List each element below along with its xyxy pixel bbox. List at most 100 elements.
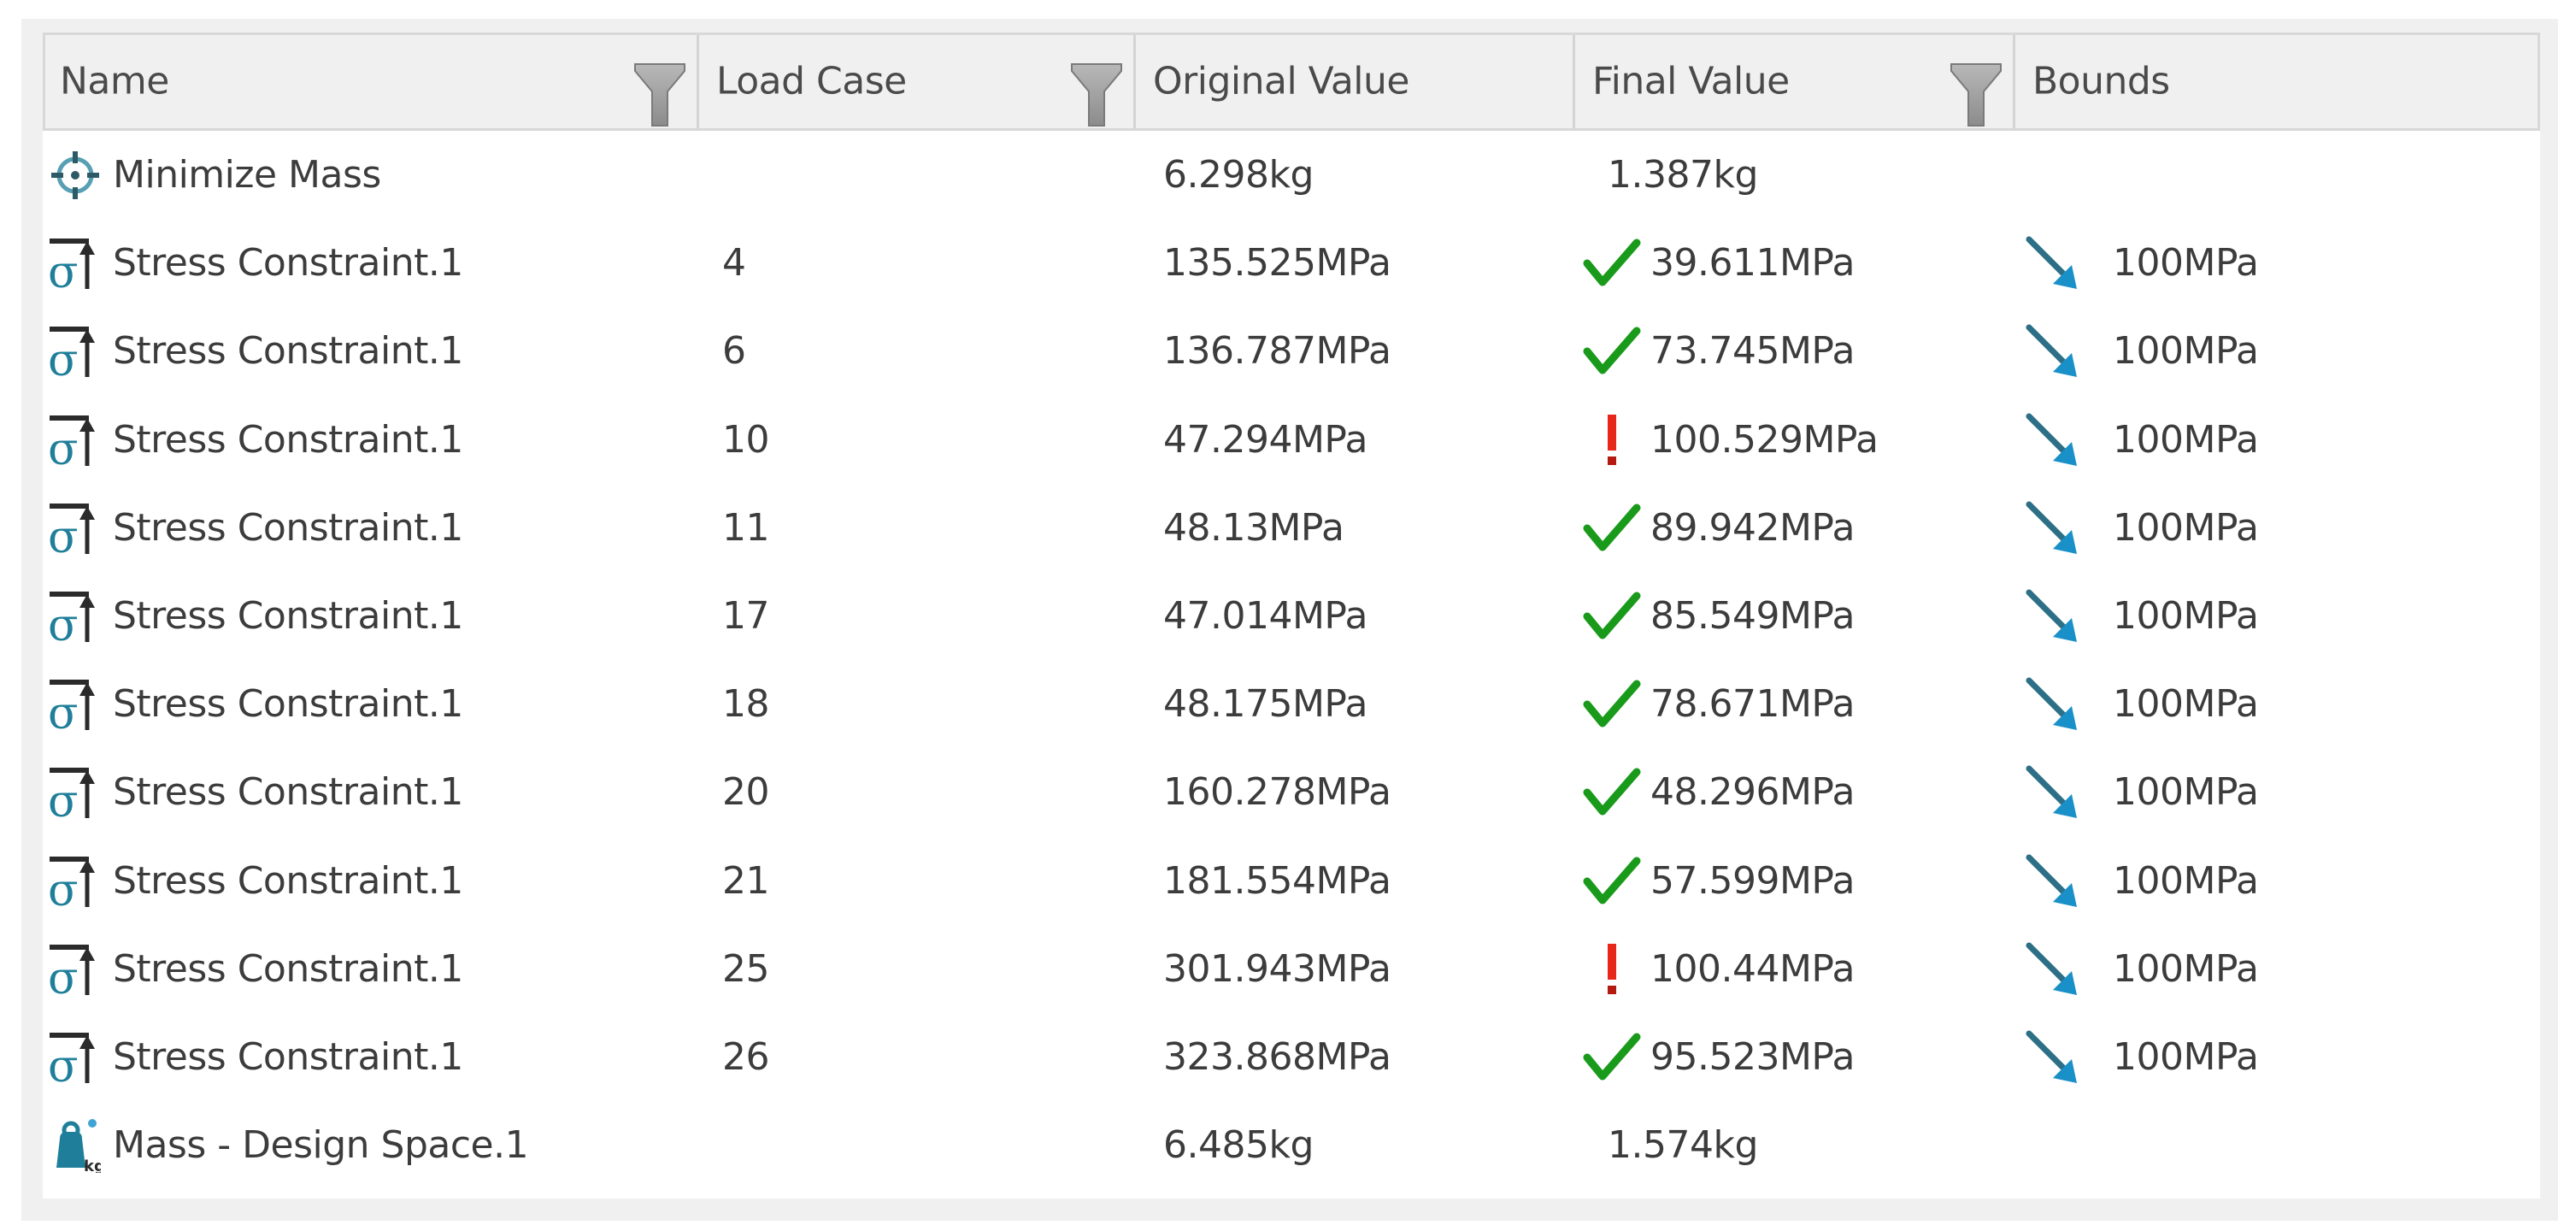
cell-name: σ Stress Constraint.1 <box>48 660 699 748</box>
row-name: Stress Constraint.1 <box>113 946 463 991</box>
svg-text:σ: σ <box>50 512 79 556</box>
table-row[interactable]: σ Stress Constraint.1 10 47.294MPa 100.529… <box>43 396 2540 484</box>
cell-original-value: 136.787MPa <box>1163 307 1391 395</box>
warning-exclamation-icon <box>1582 414 1642 466</box>
stress-constraint-icon: σ <box>48 765 101 828</box>
svg-text:σ: σ <box>50 688 79 732</box>
original-value: 6.485kg <box>1163 1123 1314 1168</box>
upper-bound-arrow-icon <box>2024 854 2084 910</box>
cell-bounds: 100MPa <box>2015 572 2259 660</box>
cell-final-value: 39.611MPa <box>1575 219 2015 307</box>
filter-icon[interactable] <box>1950 62 2003 129</box>
table-row[interactable]: Minimize Mass 6.298kg 1.387kg <box>43 131 2540 219</box>
stress-constraint-icon: σ <box>48 413 101 475</box>
column-header-bounds[interactable]: Bounds <box>2015 35 2540 128</box>
column-header-load-case[interactable]: Load Case <box>699 35 1136 128</box>
row-name: Minimize Mass <box>113 153 381 197</box>
table-row[interactable]: σ Stress Constraint.1 18 48.175MPa 78.671M… <box>43 660 2540 748</box>
cell-load-case: 18 <box>722 660 770 748</box>
table-row[interactable]: σ Stress Constraint.1 21 181.554MPa 57.599… <box>43 837 2540 925</box>
row-name: Mass - Design Space.1 <box>113 1123 529 1168</box>
table-header: Name Load Case Original Value Final Value… <box>43 32 2540 131</box>
cell-original-value: 160.278MPa <box>1163 748 1391 836</box>
cell-original-value: 181.554MPa <box>1163 837 1391 925</box>
original-value: 47.014MPa <box>1163 594 1367 638</box>
cell-original-value: 48.13MPa <box>1163 484 1344 572</box>
column-header-label: Original Value <box>1153 58 1410 103</box>
table-row[interactable]: σ Stress Constraint.1 6 136.787MPa 73.745M… <box>43 307 2540 395</box>
load-case-value: 25 <box>722 946 770 991</box>
cell-final-value: 95.523MPa <box>1575 1013 2015 1101</box>
cell-name: σ Stress Constraint.1 <box>48 837 699 925</box>
optimization-results-table: Name Load Case Original Value Final Value… <box>43 32 2540 1199</box>
load-case-value: 10 <box>722 417 770 462</box>
filter-icon[interactable] <box>633 62 686 129</box>
row-name: Stress Constraint.1 <box>113 594 463 638</box>
cell-final-value: 1.574kg <box>1575 1101 2015 1189</box>
column-header-final-value[interactable]: Final Value <box>1575 35 2015 128</box>
upper-bound-arrow-icon <box>2024 765 2084 822</box>
column-header-label: Final Value <box>1592 58 1790 103</box>
table-row[interactable]: σ Stress Constraint.1 4 135.525MPa 39.611M… <box>43 219 2540 307</box>
cell-bounds: 100MPa <box>2015 1013 2259 1101</box>
load-case-value: 18 <box>722 682 770 727</box>
cell-load-case: 25 <box>722 925 770 1013</box>
table-row[interactable]: σ Stress Constraint.1 25 301.943MPa 100.44… <box>43 925 2540 1013</box>
table-row[interactable]: kg Mass - Design Space.1 6.485kg 1.574kg <box>43 1101 2540 1189</box>
load-case-value: 20 <box>722 770 770 815</box>
cell-final-value: 78.671MPa <box>1575 660 2015 748</box>
final-value: 85.549MPa <box>1650 594 1855 638</box>
final-value: 73.745MPa <box>1650 329 1855 374</box>
load-case-value: 4 <box>722 241 746 286</box>
row-name: Stress Constraint.1 <box>113 417 463 462</box>
table-row[interactable]: σ Stress Constraint.1 17 47.014MPa 85.549M… <box>43 572 2540 660</box>
stress-constraint-icon: σ <box>48 854 101 916</box>
cell-final-value: 73.745MPa <box>1575 307 2015 395</box>
svg-text:σ: σ <box>50 953 79 997</box>
upper-bound-arrow-icon <box>2024 589 2084 645</box>
cell-original-value: 48.175MPa <box>1163 660 1367 748</box>
final-value: 39.611MPa <box>1650 241 1855 286</box>
original-value: 323.868MPa <box>1163 1035 1391 1079</box>
upper-bound-arrow-icon <box>2024 413 2084 469</box>
cell-original-value: 323.868MPa <box>1163 1013 1391 1101</box>
cell-final-value: 48.296MPa <box>1575 748 2015 836</box>
mass-icon: kg <box>50 1118 105 1175</box>
original-value: 136.787MPa <box>1163 329 1391 374</box>
column-header-original-value[interactable]: Original Value <box>1136 35 1575 128</box>
stress-constraint-icon: σ <box>48 677 101 739</box>
cell-name: kg Mass - Design Space.1 <box>50 1101 699 1189</box>
cell-original-value: 135.525MPa <box>1163 219 1391 307</box>
bound-value: 100MPa <box>2113 682 2259 727</box>
load-case-value: 6 <box>722 329 746 374</box>
warning-exclamation-icon <box>1582 943 1642 995</box>
table-row[interactable]: σ Stress Constraint.1 20 160.278MPa 48.296… <box>43 748 2540 836</box>
cell-load-case: 6 <box>722 307 746 395</box>
final-value: 89.942MPa <box>1650 505 1855 550</box>
cell-name: σ Stress Constraint.1 <box>48 572 699 660</box>
stress-constraint-icon: σ <box>48 589 101 651</box>
filter-icon[interactable] <box>1070 62 1123 129</box>
cell-original-value: 47.014MPa <box>1163 572 1367 660</box>
bound-value: 100MPa <box>2113 329 2259 374</box>
bound-value: 100MPa <box>2113 505 2259 550</box>
upper-bound-arrow-icon <box>2024 501 2084 557</box>
row-name: Stress Constraint.1 <box>113 329 463 374</box>
final-value: 1.574kg <box>1608 1123 1758 1168</box>
column-header-label: Bounds <box>2032 58 2170 103</box>
stress-constraint-icon: σ <box>48 501 101 563</box>
upper-bound-arrow-icon <box>2024 1030 2084 1087</box>
column-header-name[interactable]: Name <box>43 35 699 128</box>
upper-bound-arrow-icon <box>2024 324 2084 380</box>
table-row[interactable]: σ Stress Constraint.1 26 323.868MPa 95.523… <box>43 1013 2540 1101</box>
upper-bound-arrow-icon <box>2024 677 2084 733</box>
svg-text:σ: σ <box>50 865 79 909</box>
cell-load-case: 26 <box>722 1013 770 1101</box>
cell-final-value: 85.549MPa <box>1575 572 2015 660</box>
stress-constraint-icon: σ <box>48 324 101 386</box>
cell-name: σ Stress Constraint.1 <box>48 748 699 836</box>
check-icon <box>1582 238 1642 289</box>
cell-original-value: 47.294MPa <box>1163 396 1367 484</box>
cell-load-case: 21 <box>722 837 770 925</box>
table-row[interactable]: σ Stress Constraint.1 11 48.13MPa 89.942MP… <box>43 484 2540 572</box>
